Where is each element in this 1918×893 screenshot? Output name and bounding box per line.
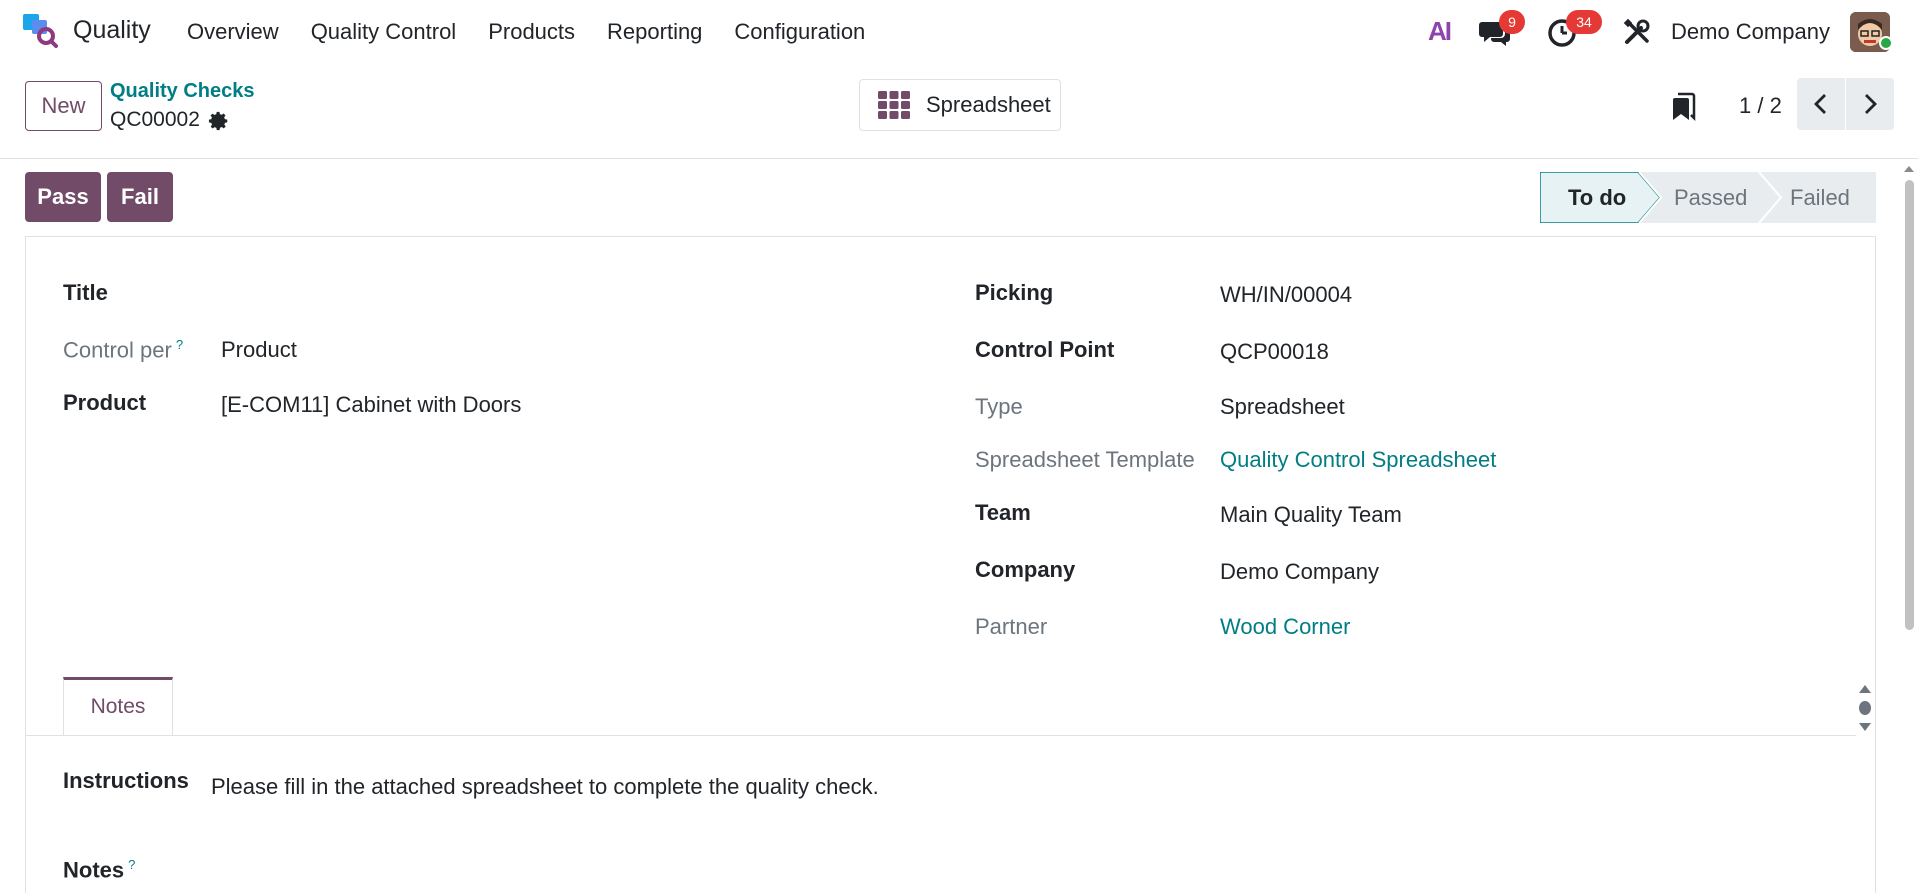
partner-link[interactable]: Wood Corner <box>1220 614 1350 640</box>
control-point-label: Control Point <box>975 337 1115 362</box>
menu-item-reporting[interactable]: Reporting <box>607 19 702 45</box>
instructions-label: Instructions <box>63 768 189 793</box>
instructions-value: Please fill in the attached spreadsheet … <box>211 774 879 799</box>
tools-icon[interactable] <box>1622 17 1652 47</box>
menu-item-overview[interactable]: Overview <box>187 19 279 45</box>
type-label: Type <box>975 394 1023 419</box>
notes-help-icon[interactable]: ? <box>128 857 135 872</box>
gear-icon[interactable] <box>208 110 230 132</box>
main-menu: Overview Quality Control Products Report… <box>187 19 897 45</box>
stage-failed[interactable]: Failed <box>1790 172 1850 223</box>
control-per-label: Control per? <box>63 337 184 363</box>
tab-scroll-icon[interactable] <box>1858 683 1872 733</box>
fail-button[interactable]: Fail <box>107 172 173 222</box>
record-name: QC00002 <box>110 108 200 131</box>
top-navbar: Quality Overview Quality Control Product… <box>0 0 1918 64</box>
chevron-right-icon <box>1865 94 1877 114</box>
chevron-left-icon <box>1814 94 1826 114</box>
chat-count-badge: 9 <box>1499 10 1525 34</box>
spreadsheet-label: Spreadsheet <box>926 92 1051 117</box>
online-status-dot <box>1879 36 1893 50</box>
spreadsheet-template-label: Spreadsheet Template <box>975 447 1195 472</box>
scrollbar-thumb[interactable] <box>1905 180 1914 630</box>
app-name[interactable]: Quality <box>73 16 151 45</box>
pager-previous-button[interactable] <box>1797 78 1845 130</box>
control-panel: New Quality Checks QC00002 Spreadsheet 1… <box>0 64 1918 159</box>
scroll-up-arrow-icon[interactable] <box>1903 164 1915 174</box>
picking-value[interactable]: WH/IN/00004 <box>1220 282 1352 308</box>
spreadsheet-button[interactable]: Spreadsheet <box>859 79 1061 131</box>
team-label: Team <box>975 500 1031 525</box>
spreadsheet-template-link[interactable]: Quality Control Spreadsheet <box>1220 447 1496 473</box>
product-label: Product <box>63 390 147 415</box>
tab-divider <box>26 735 1856 736</box>
product-value[interactable]: [E-COM11] Cabinet with Doors <box>221 392 521 418</box>
type-value[interactable]: Spreadsheet <box>1220 394 1345 420</box>
menu-item-quality-control[interactable]: Quality Control <box>311 19 457 45</box>
page-scrollbar[interactable] <box>1903 162 1915 893</box>
control-per-value[interactable]: Product <box>221 337 297 363</box>
company-label: Company <box>975 557 1076 582</box>
menu-item-products[interactable]: Products <box>488 19 575 45</box>
control-per-help-icon[interactable]: ? <box>176 337 183 352</box>
company-switcher[interactable]: Demo Company <box>1671 19 1830 45</box>
activity-count-badge: 34 <box>1566 10 1602 34</box>
pass-button[interactable]: Pass <box>25 172 101 222</box>
tab-notes[interactable]: Notes <box>63 677 173 735</box>
partner-label: Partner <box>975 614 1048 639</box>
pager-next-button[interactable] <box>1846 78 1894 130</box>
pager-value[interactable]: 1 / 2 <box>1739 93 1782 119</box>
title-label: Title <box>63 280 108 305</box>
team-value[interactable]: Main Quality Team <box>1220 502 1402 528</box>
quality-app-icon[interactable] <box>22 12 58 48</box>
ai-icon[interactable]: AI <box>1428 16 1452 47</box>
breadcrumb-quality-checks[interactable]: Quality Checks <box>110 80 255 103</box>
grid-icon <box>878 91 910 119</box>
picking-label: Picking <box>975 280 1054 305</box>
notes-label: Notes? <box>63 857 136 883</box>
control-point-value[interactable]: QCP00018 <box>1220 339 1329 365</box>
stage-passed[interactable]: Passed <box>1674 172 1747 223</box>
menu-item-configuration[interactable]: Configuration <box>734 19 865 45</box>
bookmark-icon[interactable] <box>1670 92 1696 122</box>
new-button[interactable]: New <box>25 81 102 131</box>
company-value[interactable]: Demo Company <box>1220 559 1379 585</box>
stage-todo[interactable]: To do <box>1568 172 1626 223</box>
